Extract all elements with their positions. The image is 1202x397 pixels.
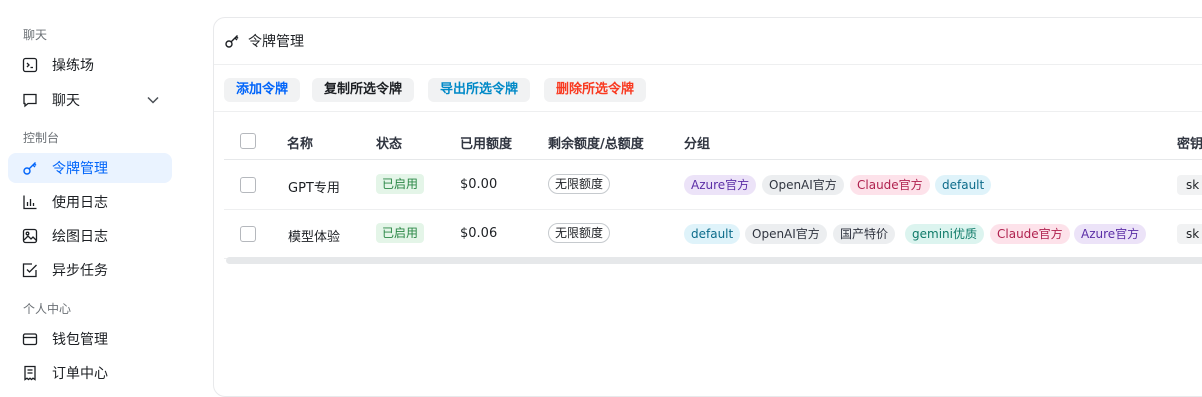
chevron-down-icon[interactable]: [146, 93, 160, 107]
group-tag: default: [684, 224, 741, 244]
sidebar-item-async-tasks[interactable]: 异步任务: [8, 255, 172, 285]
group-tag: Azure官方: [1074, 224, 1147, 244]
section-label-personal: 个人中心: [23, 302, 72, 316]
token-card: 令牌管理 添加令牌 复制所选令牌 导出所选令牌 删除所选令牌 名称 状态 已用额…: [213, 17, 1202, 397]
key-icon: [225, 35, 239, 48]
group-tag: default: [935, 175, 992, 195]
column-header-quota[interactable]: 剩余额度/总额度: [548, 133, 644, 152]
horizontal-scrollbar[interactable]: [226, 257, 1202, 264]
column-header-status[interactable]: 状态: [376, 133, 402, 152]
api-key[interactable]: sk: [1177, 224, 1202, 244]
token-name: GPT专用: [288, 181, 340, 196]
sidebar-item-playground[interactable]: 操练场: [8, 50, 172, 80]
column-header-used[interactable]: 已用额度: [460, 133, 512, 152]
group-tag: Claude官方: [990, 224, 1070, 244]
group-tag: OpenAI官方: [762, 175, 844, 195]
api-key[interactable]: sk: [1177, 175, 1202, 195]
column-header-name[interactable]: 名称: [287, 133, 313, 152]
table-row[interactable]: 模型体验 已启用 $0.06 无限额度 default OpenAI官方 国产特…: [224, 210, 1202, 259]
sidebar-item-label: 绘图日志: [52, 229, 108, 245]
page-title: 令牌管理: [248, 34, 304, 50]
status-badge: 已启用: [376, 223, 425, 243]
quota-badge: 无限额度: [548, 223, 611, 243]
section-label-chat: 聊天: [23, 28, 48, 42]
image-icon: [22, 228, 38, 244]
sidebar-item-token-management[interactable]: 令牌管理: [8, 153, 172, 183]
used-quota: $0.00: [460, 177, 498, 192]
sidebar: 聊天 操练场 聊天 控制台 令牌管理 使用日志 绘图日志 异步任务 个人中心 钱…: [0, 0, 182, 383]
table-row[interactable]: GPT专用 已启用 $0.00 无限额度 Azure官方 OpenAI官方 Cl…: [224, 161, 1202, 210]
toolbar: 添加令牌 复制所选令牌 导出所选令牌 删除所选令牌: [214, 66, 1202, 112]
group-tag: Azure官方: [684, 175, 757, 195]
sidebar-item-drawing-logs[interactable]: 绘图日志: [8, 221, 172, 251]
terminal-icon: [22, 57, 38, 73]
group-tag: OpenAI官方: [745, 224, 827, 244]
wallet-icon: [22, 331, 38, 347]
sidebar-item-label: 异步任务: [52, 263, 108, 279]
export-selected-button[interactable]: 导出所选令牌: [428, 78, 531, 102]
sidebar-item-label: 订单中心: [52, 366, 108, 382]
chat-bubble-icon: [22, 92, 38, 108]
key-icon: [22, 160, 38, 176]
quota-badge: 无限额度: [548, 174, 611, 194]
copy-selected-button[interactable]: 复制所选令牌: [312, 78, 415, 102]
card-header: 令牌管理: [214, 18, 1202, 65]
row-checkbox[interactable]: [240, 226, 256, 242]
group-tag: gemini优质: [905, 224, 984, 244]
sidebar-item-label: 聊天: [52, 93, 80, 109]
group-tag: Claude官方: [850, 175, 930, 195]
table-header: 名称 状态 已用额度 剩余额度/总额度 分组 密钥: [224, 123, 1202, 160]
select-all-checkbox[interactable]: [240, 133, 256, 149]
sidebar-item-label: 操练场: [52, 58, 94, 74]
status-badge: 已启用: [376, 174, 425, 194]
token-name: 模型体验: [288, 230, 341, 245]
sidebar-item-usage-logs[interactable]: 使用日志: [8, 187, 172, 217]
section-label-console: 控制台: [23, 131, 60, 145]
sidebar-item-chat[interactable]: 聊天: [8, 85, 172, 115]
sidebar-item-orders[interactable]: 订单中心: [8, 358, 172, 388]
column-header-key[interactable]: 密钥: [1177, 133, 1202, 152]
bar-chart-icon: [22, 194, 38, 210]
sidebar-item-wallet[interactable]: 钱包管理: [8, 324, 172, 354]
receipt-icon: [22, 365, 38, 381]
row-checkbox[interactable]: [240, 177, 256, 193]
column-header-groups[interactable]: 分组: [684, 133, 710, 152]
sidebar-item-label: 钱包管理: [52, 332, 108, 348]
sidebar-item-label: 使用日志: [52, 195, 108, 211]
sidebar-item-label: 令牌管理: [52, 161, 108, 177]
delete-selected-button[interactable]: 删除所选令牌: [544, 78, 647, 102]
group-tag: 国产特价: [833, 224, 896, 244]
used-quota: $0.06: [460, 226, 498, 241]
checkbox-icon: [22, 262, 38, 278]
add-token-button[interactable]: 添加令牌: [224, 78, 301, 102]
